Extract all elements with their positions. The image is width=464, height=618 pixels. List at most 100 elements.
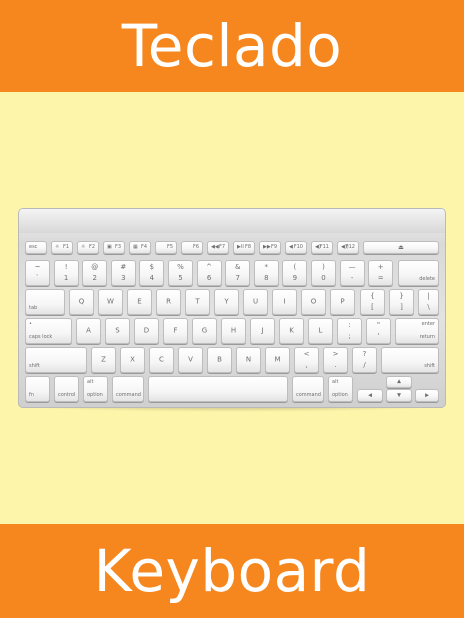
key-number-row[interactable]: ) 0 [311, 260, 336, 286]
key-number-row[interactable]: + = [368, 260, 394, 286]
key-backslash[interactable]: | \ [418, 289, 439, 315]
key-top-label: % [177, 263, 184, 271]
key-top-label: * [264, 263, 269, 271]
key-f4[interactable]: ▦ F4 [129, 241, 151, 254]
key-bottom-label: 7 [235, 274, 240, 282]
key-f2[interactable]: ☼ F2 [77, 241, 99, 254]
key-letter[interactable]: R [156, 289, 181, 315]
key-arrow-right[interactable]: ▶ [415, 389, 439, 402]
key-tab[interactable]: tab [25, 289, 65, 315]
key-letter[interactable]: B [207, 347, 232, 373]
key-letter[interactable]: G [192, 318, 217, 344]
key-f6[interactable]: F6 [181, 241, 203, 254]
key-period[interactable]: >. [323, 347, 348, 373]
key-space[interactable] [148, 376, 288, 402]
key-label: F1 [62, 244, 69, 250]
key-letter[interactable]: J [250, 318, 275, 344]
key-letter[interactable]: H [221, 318, 246, 344]
key-bracket-left[interactable]: {[ [360, 289, 385, 315]
key-number-row[interactable]: ~ ` [25, 260, 50, 286]
key-number-row[interactable]: @2 [82, 260, 108, 286]
key-letter[interactable]: K [279, 318, 304, 344]
key-letter[interactable]: D [134, 318, 159, 344]
key-number-row[interactable]: ^ 6 [196, 260, 222, 286]
key-delete[interactable]: delete [398, 260, 439, 286]
key-eject[interactable]: ⏏ [363, 241, 439, 254]
key-letter[interactable]: I [272, 289, 297, 315]
key-option-left[interactable]: alt option [83, 376, 108, 402]
key-f9[interactable]: ▶▶ F9 [259, 241, 281, 254]
key-letter[interactable]: T [185, 289, 210, 315]
key-letter[interactable]: N [236, 347, 261, 373]
key-return[interactable]: enter return [395, 318, 439, 344]
key-command-left[interactable]: command [112, 376, 144, 402]
key-letter[interactable]: Z [91, 347, 116, 373]
key-letter[interactable]: P [330, 289, 355, 315]
key-command-right[interactable]: command [292, 376, 324, 402]
key-f8[interactable]: ▶II F8 [233, 241, 255, 254]
key-number-row[interactable]: & 7 [225, 260, 251, 286]
key-label: F10 [293, 244, 303, 250]
key-number-row[interactable]: ! 1 [53, 260, 79, 286]
key-f1[interactable]: ☼ F1 [51, 241, 73, 254]
key-arrow-left[interactable]: ◀ [357, 389, 383, 402]
key-label: F [173, 326, 178, 335]
key-number-row[interactable]: $4 [139, 260, 165, 286]
key-letter[interactable]: M [265, 347, 290, 373]
key-number-row[interactable]: % 5 [168, 260, 193, 286]
key-letter[interactable]: Q [69, 289, 94, 315]
key-letter[interactable]: W [98, 289, 123, 315]
key-letter[interactable]: O [301, 289, 326, 315]
title-english: Keyboard [93, 537, 371, 605]
key-letter[interactable]: Y [214, 289, 239, 315]
key-top-label: ~ [34, 263, 41, 271]
key-letter[interactable]: F [163, 318, 188, 344]
key-letter[interactable]: X [120, 347, 145, 373]
key-bottom-label: [ [371, 303, 374, 311]
key-letter[interactable]: L [308, 318, 333, 344]
key-letter[interactable]: V [178, 347, 203, 373]
key-slash[interactable]: ? / [352, 347, 377, 373]
key-letter[interactable]: C [149, 347, 174, 373]
key-label: option [87, 392, 103, 398]
key-f3[interactable]: ▣ F3 [103, 241, 125, 254]
key-label: F4 [140, 244, 147, 250]
key-esc[interactable]: esc [25, 241, 47, 254]
key-label: I [283, 297, 286, 306]
key-number-row[interactable]: #3 [110, 260, 136, 286]
key-letter[interactable]: U [243, 289, 268, 315]
key-quote[interactable]: " ' [366, 318, 391, 344]
key-number-row[interactable]: — - [339, 260, 365, 286]
key-option-right[interactable]: alt option [328, 376, 353, 402]
key-f5[interactable]: F5 [155, 241, 177, 254]
key-f7[interactable]: ◀◀ F7 [207, 241, 229, 254]
key-label: M [274, 355, 281, 364]
key-top-label: ( [293, 263, 297, 271]
key-number-row[interactable]: (9 [282, 260, 308, 286]
key-top-label: { [370, 292, 375, 300]
key-label: fn [29, 392, 34, 398]
key-f11[interactable]: ◀) F11 [311, 241, 333, 254]
key-top-label: # [120, 263, 127, 271]
key-letter[interactable]: E [127, 289, 152, 315]
eject-icon: ⏏ [398, 243, 404, 251]
key-bottom-label: 9 [292, 274, 298, 282]
key-label: X [130, 355, 135, 364]
key-letter[interactable]: A [76, 318, 101, 344]
key-letter[interactable]: S [105, 318, 130, 344]
key-fn[interactable]: fn [25, 376, 50, 402]
key-f12[interactable]: ◀)) F12 [337, 241, 359, 254]
key-bracket-right[interactable]: }] [389, 289, 414, 315]
key-shift-left[interactable]: shift [25, 347, 87, 373]
key-number-row[interactable]: * 8 [253, 260, 279, 286]
key-label: E [137, 297, 142, 306]
key-comma[interactable]: <, [294, 347, 319, 373]
key-shift-right[interactable]: shift [381, 347, 439, 373]
key-semicolon[interactable]: :; [337, 318, 362, 344]
key-caps-lock[interactable]: • caps lock [25, 318, 72, 344]
key-control[interactable]: control [54, 376, 79, 402]
key-arrow-up[interactable]: ▲ [386, 376, 412, 388]
key-bottom-label: 6 [206, 274, 212, 282]
key-f10[interactable]: ◀ F10 [285, 241, 307, 254]
key-arrow-down[interactable]: ▼ [386, 389, 412, 402]
